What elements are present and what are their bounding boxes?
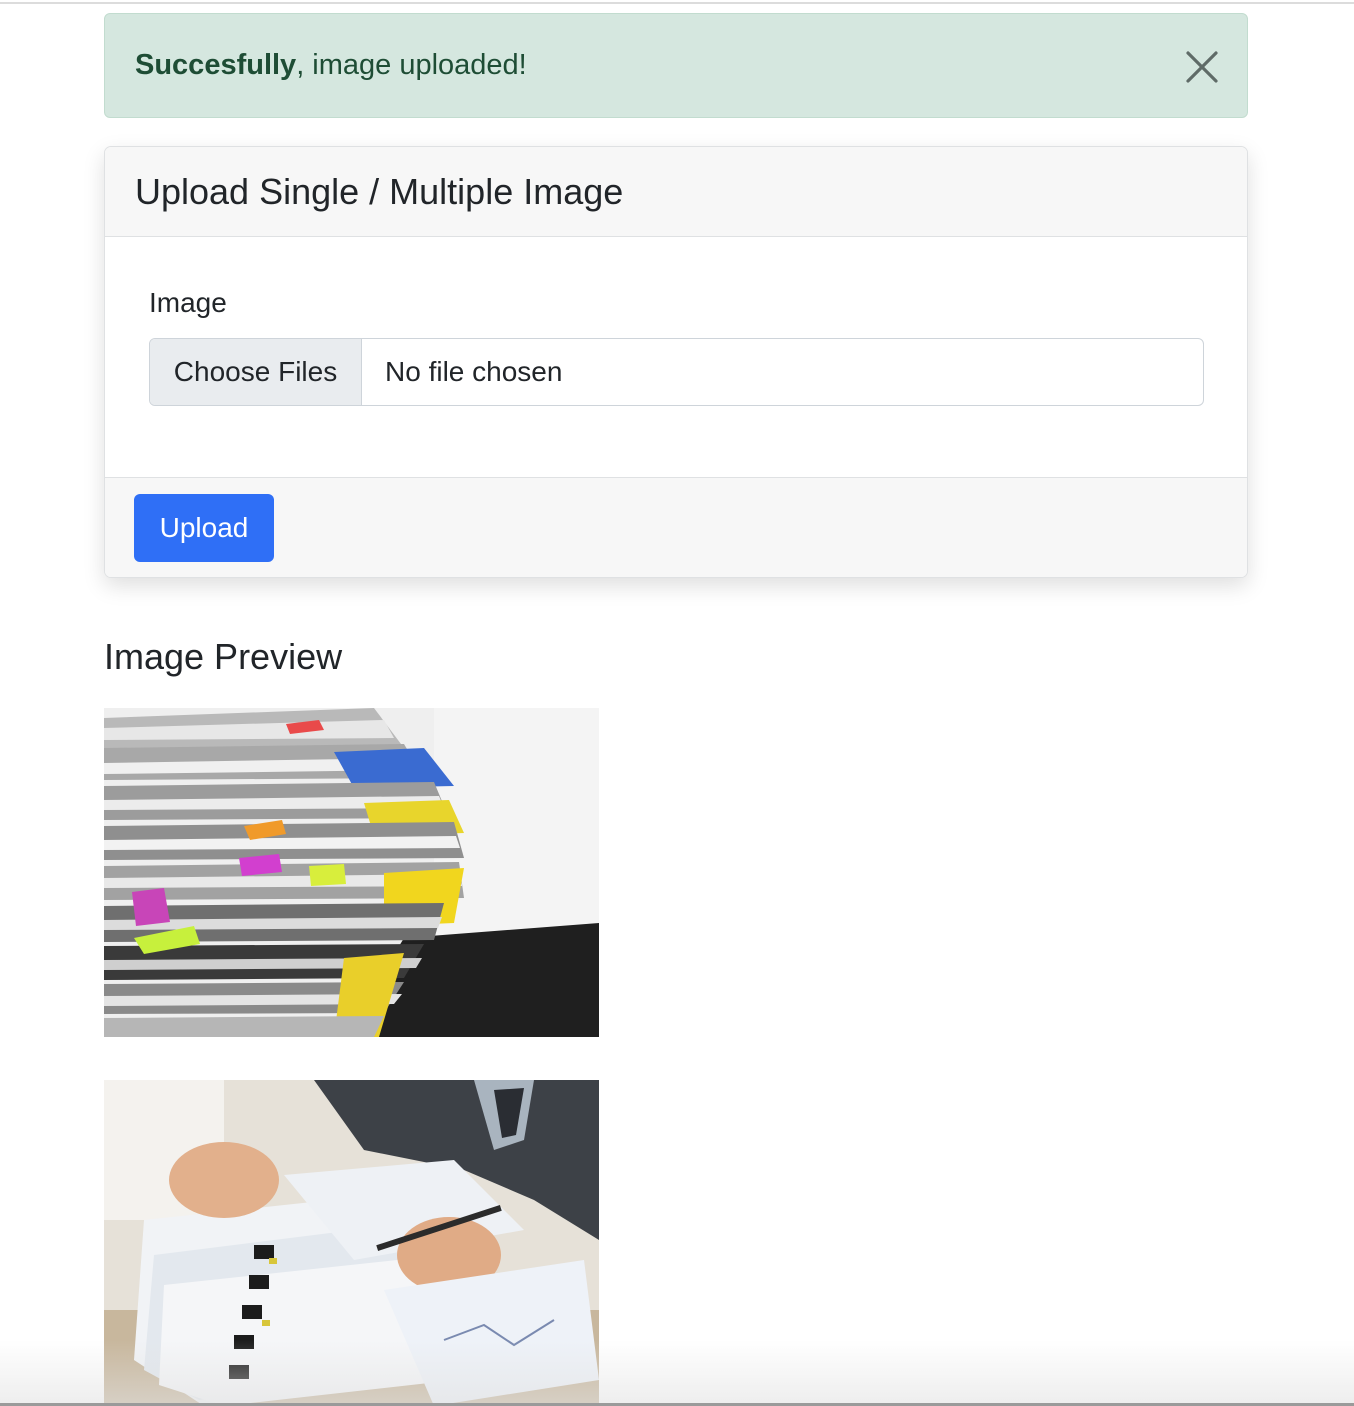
success-alert: Succesfully, image uploaded! xyxy=(104,13,1248,118)
upload-card: Upload Single / Multiple Image Image Cho… xyxy=(104,146,1248,578)
alert-text: Succesfully, image uploaded! xyxy=(135,49,527,82)
image-field-label: Image xyxy=(149,287,227,318)
preview-image-document-sorting xyxy=(104,1080,599,1406)
file-input[interactable]: Choose Files No file chosen xyxy=(149,338,1204,406)
alert-strong: Succesfully xyxy=(135,49,297,81)
close-icon[interactable] xyxy=(1185,50,1219,84)
image-preview-title: Image Preview xyxy=(104,636,343,677)
card-title: Upload Single / Multiple Image xyxy=(105,147,1247,237)
card-footer: Upload xyxy=(105,477,1247,577)
file-status-text: No file chosen xyxy=(385,356,563,387)
alert-message: , image uploaded! xyxy=(296,49,527,81)
choose-files-button[interactable]: Choose Files xyxy=(150,339,362,405)
preview-image-stacked-files xyxy=(104,708,599,1037)
top-border xyxy=(0,2,1354,4)
upload-button[interactable]: Upload xyxy=(134,494,274,562)
